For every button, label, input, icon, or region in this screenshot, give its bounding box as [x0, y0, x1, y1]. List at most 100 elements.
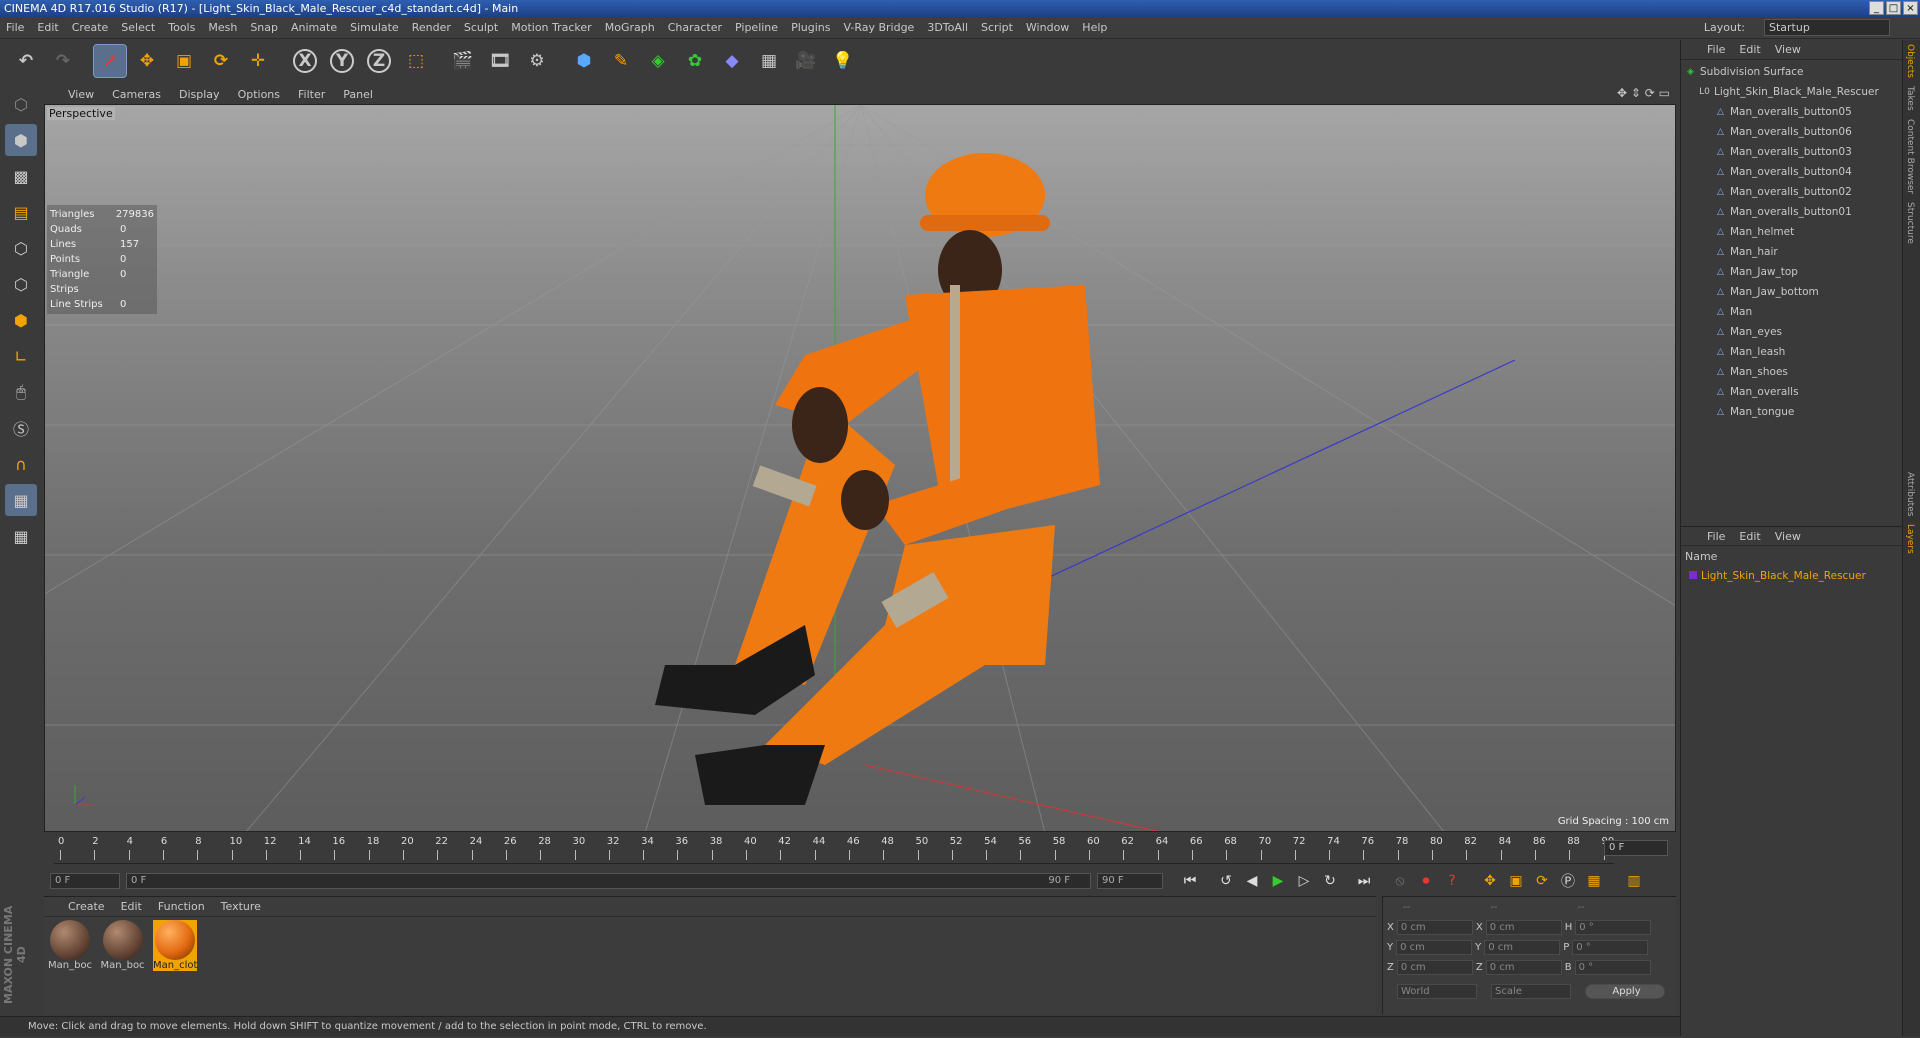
menu-animate[interactable]: Animate	[291, 21, 337, 34]
solo-icon[interactable]: Ⓢ	[5, 412, 37, 444]
vp-menu-panel[interactable]: Panel	[343, 88, 373, 101]
scale-dropdown[interactable]: Scale	[1491, 983, 1571, 999]
workplane-icon[interactable]: ▤	[5, 196, 37, 228]
axis-mode-icon[interactable]: ∟	[5, 340, 37, 372]
tree-item[interactable]: △ Man_leash	[1685, 342, 1902, 362]
size-z-field[interactable]: 0 cm	[1485, 959, 1562, 975]
tree-item[interactable]: △ Man_overalls_button05	[1685, 102, 1902, 122]
tree-item[interactable]: △ Man_overalls	[1685, 382, 1902, 402]
vp-menu-filter[interactable]: Filter	[298, 88, 325, 101]
position-z-field[interactable]: 0 cm	[1396, 959, 1473, 975]
tab-content-browser[interactable]: Content Browser	[1903, 115, 1917, 198]
menu-mesh[interactable]: Mesh	[208, 21, 237, 34]
prev-key-icon[interactable]: ↺	[1213, 870, 1239, 892]
menu-edit[interactable]: Edit	[37, 21, 58, 34]
planar-workplane-icon[interactable]: ▦	[5, 520, 37, 552]
tree-item-root[interactable]: ◈ Subdivision Surface	[1685, 62, 1902, 82]
tree-item[interactable]: △ Man_overalls_button02	[1685, 182, 1902, 202]
menu-3dtoall[interactable]: 3DToAll	[927, 21, 968, 34]
viewport-nav-icons[interactable]: ✥ ⇕ ⟳ ▭	[1617, 86, 1670, 100]
perspective-viewport[interactable]: Perspective Triangles 279836 Quads 0 Lines…	[44, 104, 1676, 832]
tree-item[interactable]: △ Man	[1685, 302, 1902, 322]
record-keys-icon[interactable]: ⦸	[1387, 870, 1413, 892]
lock-workplane-icon[interactable]: ▦	[5, 484, 37, 516]
snap-icon[interactable]: ∩	[5, 448, 37, 480]
goto-start-icon[interactable]: ⏮	[1177, 870, 1203, 892]
camera-icon[interactable]: 🎥	[790, 45, 822, 77]
material-swatch-selected[interactable]: Man_clot	[153, 920, 197, 971]
menu-help[interactable]: Help	[1082, 21, 1107, 34]
next-key-icon[interactable]: ↻	[1317, 870, 1343, 892]
polygons-mode-icon[interactable]: ⬢	[5, 304, 37, 336]
tree-item[interactable]: △ Man_tongue	[1685, 402, 1902, 422]
lm-menu-file[interactable]: File	[1707, 530, 1725, 543]
tab-takes[interactable]: Takes	[1903, 82, 1917, 115]
next-frame-icon[interactable]: ▷	[1291, 870, 1317, 892]
light-icon[interactable]: 💡	[827, 45, 859, 77]
current-frame-field[interactable]: 0 F	[1604, 840, 1668, 856]
tree-item[interactable]: △ Man_overalls_button01	[1685, 202, 1902, 222]
rotation-p-field[interactable]: 0 °	[1572, 939, 1649, 955]
close-button[interactable]: ×	[1903, 1, 1918, 15]
om-menu-file[interactable]: File	[1707, 43, 1725, 56]
redo-icon[interactable]: ↷	[47, 45, 79, 77]
end-frame-field[interactable]: 90 F	[1097, 873, 1163, 889]
tree-item[interactable]: △ Man_Jaw_top	[1685, 262, 1902, 282]
pen-spline-icon[interactable]: ✎	[605, 45, 637, 77]
coordinate-system-icon[interactable]: ⬚	[400, 45, 432, 77]
autokey-icon[interactable]: ⏺	[1413, 870, 1439, 892]
cube-primitive-icon[interactable]: ⬢	[568, 45, 600, 77]
live-selection-icon[interactable]: ➚	[93, 44, 127, 78]
x-axis-icon[interactable]: X	[289, 45, 321, 77]
menu-sculpt[interactable]: Sculpt	[464, 21, 498, 34]
y-axis-icon[interactable]: Y	[326, 45, 358, 77]
maximize-button[interactable]: □	[1886, 1, 1901, 15]
tree-item[interactable]: △ Man_overalls_button03	[1685, 142, 1902, 162]
position-x-field[interactable]: 0 cm	[1396, 919, 1473, 935]
model-mode-icon[interactable]: ⬢	[5, 124, 37, 156]
menu-render[interactable]: Render	[412, 21, 451, 34]
timeline-window-icon[interactable]: ▥	[1621, 870, 1647, 892]
menu-motion-tracker[interactable]: Motion Tracker	[511, 21, 591, 34]
lm-menu-view[interactable]: View	[1775, 530, 1801, 543]
menu-simulate[interactable]: Simulate	[350, 21, 399, 34]
texture-mode-icon[interactable]: ▩	[5, 160, 37, 192]
mat-menu-edit[interactable]: Edit	[121, 900, 142, 913]
mat-menu-function[interactable]: Function	[158, 900, 205, 913]
tree-item[interactable]: △ Man_overalls_button06	[1685, 122, 1902, 142]
key-scale-icon[interactable]: ▣	[1503, 870, 1529, 892]
scale-icon[interactable]: ▣	[168, 45, 200, 77]
points-mode-icon[interactable]: ⬡	[5, 232, 37, 264]
subdivision-icon[interactable]: ◈	[642, 45, 674, 77]
menu-tools[interactable]: Tools	[168, 21, 195, 34]
tree-item[interactable]: △ Man_eyes	[1685, 322, 1902, 342]
world-dropdown[interactable]: World	[1397, 983, 1477, 999]
vp-menu-cameras[interactable]: Cameras	[112, 88, 161, 101]
tree-item[interactable]: △ Man_helmet	[1685, 222, 1902, 242]
menu-create[interactable]: Create	[72, 21, 109, 34]
layout-dropdown[interactable]: Startup	[1764, 19, 1890, 36]
layer-item[interactable]: Light_Skin_Black_Male_Rescuer	[1689, 570, 1866, 582]
prev-frame-icon[interactable]: ◀	[1239, 870, 1265, 892]
om-menu-edit[interactable]: Edit	[1739, 43, 1760, 56]
play-icon[interactable]: ▶	[1265, 870, 1291, 892]
undo-icon[interactable]: ↶	[10, 45, 42, 77]
om-menu-view[interactable]: View	[1775, 43, 1801, 56]
apply-button[interactable]: Apply	[1585, 983, 1665, 999]
lm-menu-edit[interactable]: Edit	[1739, 530, 1760, 543]
menu-window[interactable]: Window	[1026, 21, 1069, 34]
menu-character[interactable]: Character	[668, 21, 722, 34]
rotation-h-field[interactable]: 0 °	[1575, 919, 1652, 935]
keyframe-selection-icon[interactable]: ?	[1439, 870, 1465, 892]
menu-plugins[interactable]: Plugins	[791, 21, 830, 34]
frame-range-slider[interactable]: 0 F 90 F	[126, 873, 1091, 889]
tweak-mode-icon[interactable]: 🖱	[5, 376, 37, 408]
tree-item[interactable]: △ Man_overalls_button04	[1685, 162, 1902, 182]
vp-menu-display[interactable]: Display	[179, 88, 220, 101]
material-swatch[interactable]: Man_boc	[101, 920, 145, 971]
tree-item[interactable]: △ Man_Jaw_bottom	[1685, 282, 1902, 302]
edges-mode-icon[interactable]: ⬡	[5, 268, 37, 300]
tree-item-group[interactable]: L0 Light_Skin_Black_Male_Rescuer	[1685, 82, 1902, 102]
menu-select[interactable]: Select	[121, 21, 155, 34]
rotation-b-field[interactable]: 0 °	[1574, 959, 1651, 975]
